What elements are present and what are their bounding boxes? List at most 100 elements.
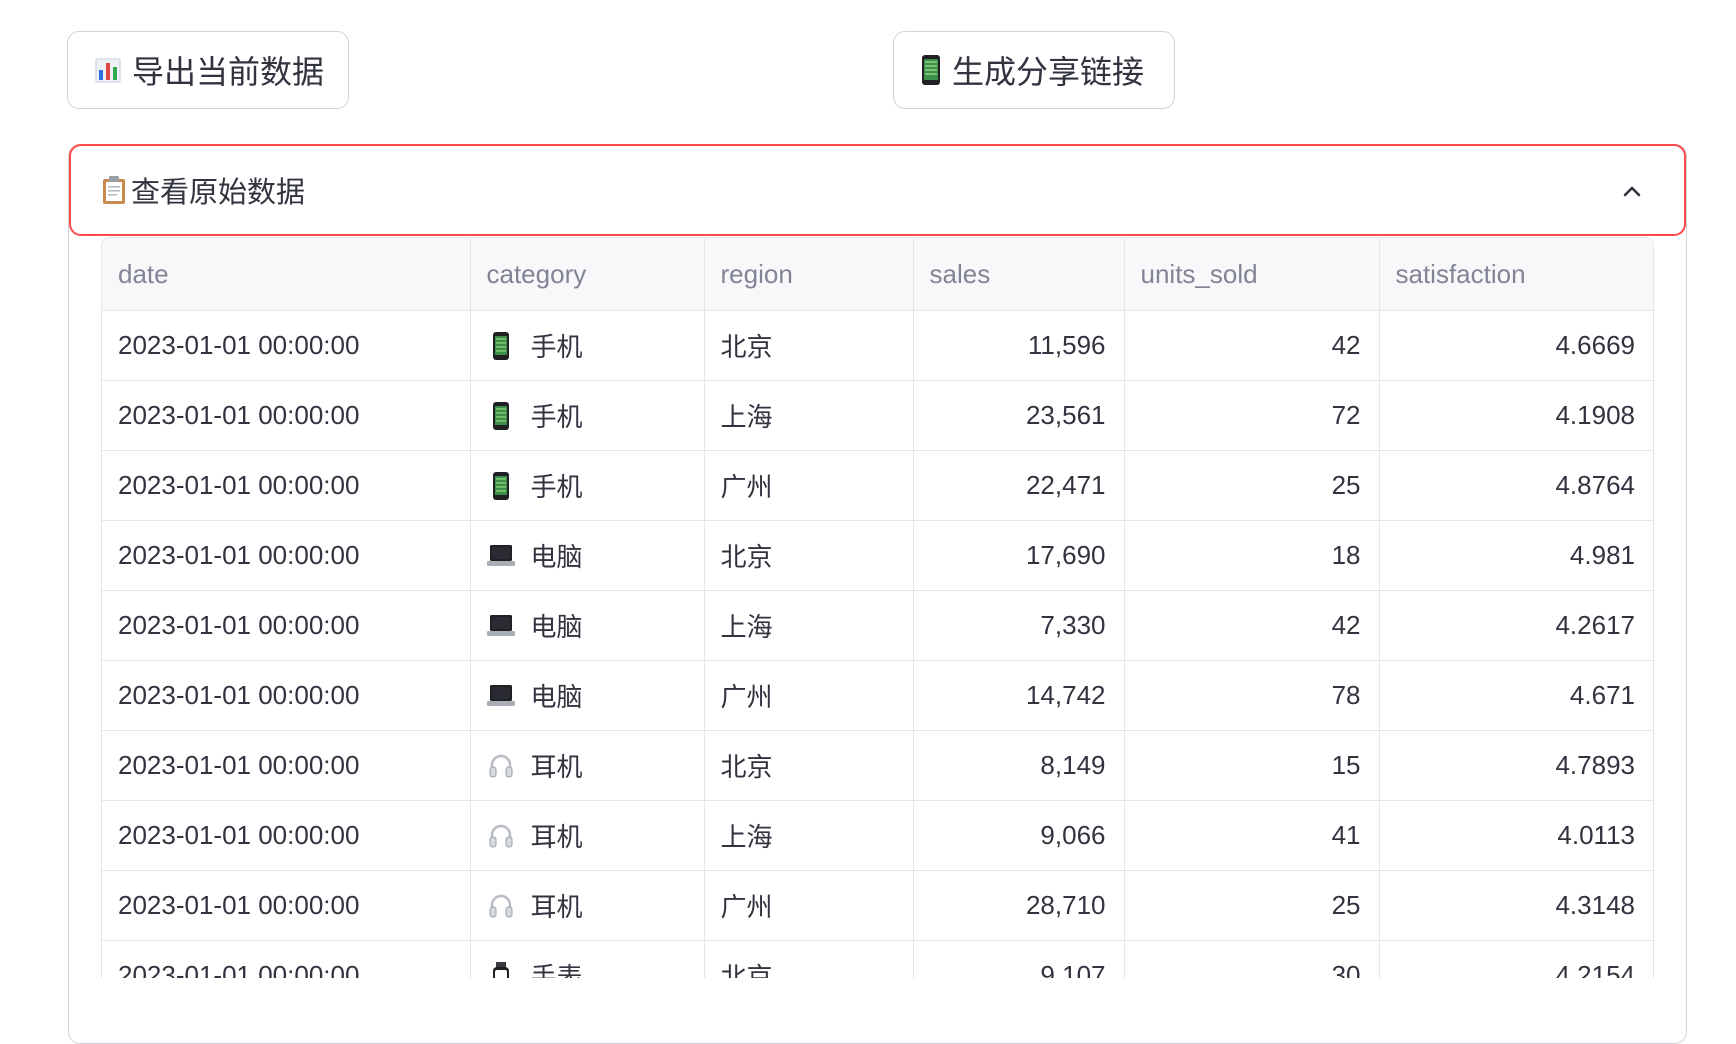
cell-sales[interactable]: 9,066 <box>913 800 1125 871</box>
cell-region[interactable]: 北京 <box>704 520 914 591</box>
cell-date[interactable]: 2023-01-01 00:00:00 <box>102 310 471 381</box>
cell-satisfaction[interactable]: 4.981 <box>1379 520 1653 591</box>
table-row[interactable]: 2023-01-01 00:00:00 手机 北京 11,596 42 4.6669 <box>102 310 1653 381</box>
cell-sales[interactable]: 11,596 <box>913 310 1125 381</box>
expander-header[interactable]: 查看原始数据 <box>69 144 1686 236</box>
cell-satisfaction[interactable]: 4.6669 <box>1379 310 1653 381</box>
cell-sales[interactable]: 17,690 <box>913 520 1125 591</box>
headphones-icon <box>487 892 515 920</box>
table-header-row: date category region sales units_sold sa… <box>102 238 1653 311</box>
category-label: 手机 <box>530 402 583 432</box>
cell-category[interactable]: 耳机 <box>470 800 705 871</box>
headphones-icon <box>487 822 515 850</box>
cell-satisfaction[interactable]: 4.7893 <box>1379 730 1653 801</box>
cell-date[interactable]: 2023-01-01 00:00:00 <box>102 380 471 451</box>
table-row[interactable]: 2023-01-01 00:00:00 耳机 北京 8,149 15 4.7893 <box>102 730 1653 801</box>
cell-date[interactable]: 2023-01-01 00:00:00 <box>102 520 471 591</box>
cell-sales[interactable]: 23,561 <box>913 380 1125 451</box>
mobile-phone-icon <box>487 471 515 500</box>
cell-units-sold[interactable]: 30 <box>1124 940 1380 978</box>
bar-chart-icon <box>94 56 122 84</box>
laptop-icon <box>486 542 515 570</box>
cell-units-sold[interactable]: 42 <box>1124 590 1380 661</box>
cell-region[interactable]: 北京 <box>704 940 914 978</box>
category-label: 电脑 <box>530 612 583 642</box>
cell-category[interactable]: 手机 <box>470 380 705 451</box>
column-header-units-sold[interactable]: units_sold <box>1124 238 1380 311</box>
chevron-up-icon[interactable] <box>1620 180 1644 204</box>
table-row[interactable]: 2023-01-01 00:00:00 电脑 广州 14,742 78 4.671 <box>102 660 1653 731</box>
cell-category[interactable]: 耳机 <box>470 730 705 801</box>
cell-region[interactable]: 上海 <box>704 800 914 871</box>
cell-date[interactable]: 2023-01-01 00:00:00 <box>102 800 471 871</box>
cell-date[interactable]: 2023-01-01 00:00:00 <box>102 450 471 521</box>
cell-region[interactable]: 上海 <box>704 380 914 451</box>
cell-date[interactable]: 2023-01-01 00:00:00 <box>102 730 471 801</box>
cell-sales[interactable]: 7,330 <box>913 590 1125 661</box>
cell-satisfaction[interactable]: 4.0113 <box>1379 800 1653 871</box>
column-header-sales[interactable]: sales <box>913 238 1125 311</box>
cell-region[interactable]: 上海 <box>704 590 914 661</box>
column-header-category[interactable]: category <box>470 238 705 311</box>
table-row[interactable]: 2023-01-01 00:00:00 手表 北京 9,107 30 4.2154 <box>102 940 1653 978</box>
category-label: 手表 <box>530 962 583 978</box>
mobile-phone-icon <box>487 401 515 430</box>
cell-region[interactable]: 广州 <box>704 450 914 521</box>
cell-category[interactable]: 电脑 <box>470 520 705 591</box>
cell-satisfaction[interactable]: 4.1908 <box>1379 380 1653 451</box>
cell-sales[interactable]: 22,471 <box>913 450 1125 521</box>
table-row[interactable]: 2023-01-01 00:00:00 耳机 上海 9,066 41 4.0113 <box>102 800 1653 871</box>
cell-region[interactable]: 北京 <box>704 310 914 381</box>
cell-category[interactable]: 手机 <box>470 450 705 521</box>
table-row[interactable]: 2023-01-01 00:00:00 手机 广州 22,471 25 4.8764 <box>102 450 1653 521</box>
expander-title: 查看原始数据 <box>131 177 306 209</box>
cell-units-sold[interactable]: 18 <box>1124 520 1380 591</box>
cell-region[interactable]: 广州 <box>704 660 914 731</box>
cell-date[interactable]: 2023-01-01 00:00:00 <box>102 870 471 941</box>
table-row[interactable]: 2023-01-01 00:00:00 耳机 广州 28,710 25 4.3148 <box>102 870 1653 941</box>
table-row[interactable]: 2023-01-01 00:00:00 电脑 上海 7,330 42 4.2617 <box>102 590 1653 661</box>
category-label: 耳机 <box>530 752 583 782</box>
cell-satisfaction[interactable]: 4.2154 <box>1379 940 1653 978</box>
cell-satisfaction[interactable]: 4.2617 <box>1379 590 1653 661</box>
cell-sales[interactable]: 14,742 <box>913 660 1125 731</box>
cell-units-sold[interactable]: 42 <box>1124 310 1380 381</box>
cell-date[interactable]: 2023-01-01 00:00:00 <box>102 940 471 978</box>
cell-units-sold[interactable]: 78 <box>1124 660 1380 731</box>
share-link-label: 生成分享链接 <box>952 54 1145 90</box>
column-header-satisfaction[interactable]: satisfaction <box>1379 238 1653 311</box>
column-header-date[interactable]: date <box>102 238 471 311</box>
cell-units-sold[interactable]: 25 <box>1124 870 1380 941</box>
cell-sales[interactable]: 9,107 <box>913 940 1125 978</box>
cell-region[interactable]: 北京 <box>704 730 914 801</box>
watch-icon <box>487 961 515 978</box>
cell-category[interactable]: 电脑 <box>470 660 705 731</box>
share-link-button[interactable]: 生成分享链接 <box>893 31 1175 109</box>
cell-category[interactable]: 电脑 <box>470 590 705 661</box>
cell-sales[interactable]: 28,710 <box>913 870 1125 941</box>
table-row[interactable]: 2023-01-01 00:00:00 电脑 北京 17,690 18 4.981 <box>102 520 1653 591</box>
cell-satisfaction[interactable]: 4.671 <box>1379 660 1653 731</box>
cell-region[interactable]: 广州 <box>704 870 914 941</box>
cell-category[interactable]: 手表 <box>470 940 705 978</box>
table-row[interactable]: 2023-01-01 00:00:00 手机 上海 23,561 72 4.1908 <box>102 380 1653 451</box>
cell-satisfaction[interactable]: 4.8764 <box>1379 450 1653 521</box>
export-data-button[interactable]: 导出当前数据 <box>67 31 349 109</box>
cell-units-sold[interactable]: 72 <box>1124 380 1380 451</box>
mobile-phone-icon <box>487 331 515 360</box>
raw-data-table[interactable]: date category region sales units_sold sa… <box>101 237 1654 978</box>
category-label: 电脑 <box>530 542 583 572</box>
cell-units-sold[interactable]: 41 <box>1124 800 1380 871</box>
cell-sales[interactable]: 8,149 <box>913 730 1125 801</box>
export-data-label: 导出当前数据 <box>132 54 325 90</box>
cell-date[interactable]: 2023-01-01 00:00:00 <box>102 660 471 731</box>
cell-date[interactable]: 2023-01-01 00:00:00 <box>102 590 471 661</box>
headphones-icon <box>487 752 515 780</box>
cell-satisfaction[interactable]: 4.3148 <box>1379 870 1653 941</box>
cell-units-sold[interactable]: 15 <box>1124 730 1380 801</box>
cell-category[interactable]: 耳机 <box>470 870 705 941</box>
cell-category[interactable]: 手机 <box>470 310 705 381</box>
column-header-region[interactable]: region <box>704 238 914 311</box>
mobile-phone-icon <box>920 54 942 86</box>
cell-units-sold[interactable]: 25 <box>1124 450 1380 521</box>
